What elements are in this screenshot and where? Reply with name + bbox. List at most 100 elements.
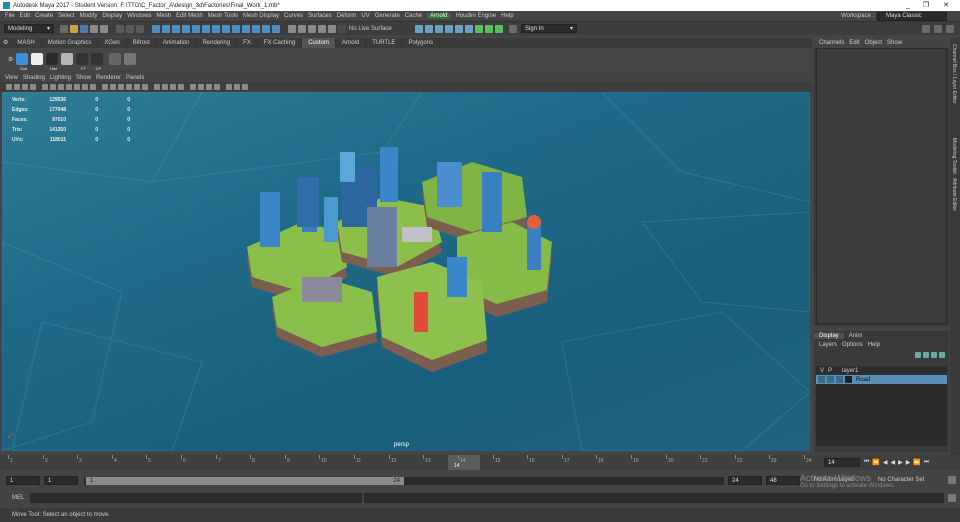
arnold-settings-icon[interactable] [495, 24, 503, 33]
range-slider-track[interactable]: 1 24 [84, 477, 724, 485]
snap-curve-icon[interactable] [298, 24, 306, 33]
sign-in-select[interactable]: Sign In ▾ [521, 24, 577, 33]
tab-rendering[interactable]: Rendering [196, 38, 238, 48]
layer-color-swatch[interactable] [845, 376, 852, 383]
grid-toggle-icon[interactable] [42, 84, 48, 90]
step-back-frame-icon[interactable]: ◀ [883, 459, 888, 466]
render-view-icon[interactable] [465, 24, 473, 33]
center-pivot-shelf-icon[interactable]: CP [91, 53, 104, 71]
minimize-button[interactable]: _ [898, 0, 918, 11]
side-tab-attribute-editor[interactable]: Attribute Editor [951, 178, 957, 211]
side-tab-modeling-toolkit[interactable]: Modeling Toolkit [951, 138, 957, 174]
modeling-toolkit-toggle-icon[interactable] [922, 24, 930, 33]
go-to-end-icon[interactable]: ⏭ [924, 459, 929, 466]
layer-row-road[interactable]: Road [816, 375, 947, 384]
step-forward-key-icon[interactable]: ⏩ [913, 459, 920, 466]
select-component-icon[interactable] [136, 24, 144, 33]
field-chart-icon[interactable] [74, 84, 80, 90]
tab-turtle[interactable]: TURTLE [366, 38, 403, 48]
playback-end-field[interactable]: 24 [728, 476, 762, 485]
ambient-occlusion-icon[interactable] [154, 84, 160, 90]
wireframe-icon[interactable] [102, 84, 108, 90]
step-back-key-icon[interactable]: ⏪ [872, 459, 879, 466]
menu-houdini-engine[interactable]: Houdini Engine [455, 13, 496, 19]
select-by-uv-icon[interactable] [182, 24, 190, 33]
new-empty-layer-icon[interactable] [931, 351, 937, 358]
xray-components-icon[interactable] [214, 84, 220, 90]
channel-object-menu[interactable]: Object [865, 40, 882, 46]
script-editor-icon[interactable] [948, 494, 956, 502]
tab-anim[interactable]: Anim [844, 333, 868, 339]
gamma-icon[interactable] [234, 84, 240, 90]
menu-cache[interactable]: Cache [405, 13, 422, 19]
layers-menu[interactable]: Layers [819, 342, 837, 348]
camera-attributes-icon[interactable] [14, 84, 20, 90]
select-by-edge-icon[interactable] [162, 24, 170, 33]
select-by-misc-icon[interactable] [252, 24, 260, 33]
menu-set-select[interactable]: Modeling ▾ [4, 24, 54, 33]
end-time-field[interactable]: 48 [766, 476, 800, 485]
wireframe-on-shaded-icon[interactable] [118, 84, 124, 90]
current-frame-field[interactable]: 14 [824, 458, 860, 467]
undo-icon[interactable] [90, 24, 98, 33]
highlight-selection-icon[interactable] [272, 24, 280, 33]
attribute-editor-toggle-icon[interactable] [934, 24, 942, 33]
tab-fx[interactable]: FX [237, 38, 258, 48]
menu-modify[interactable]: Modify [80, 13, 98, 19]
menu-help[interactable]: Help [501, 13, 513, 19]
menu-edit-mesh[interactable]: Edit Mesh [176, 13, 203, 19]
maximize-button[interactable]: ❐ [916, 0, 936, 11]
new-layer-from-selection-icon[interactable] [939, 351, 945, 358]
render-frame-icon[interactable] [435, 24, 443, 33]
menu-windows[interactable]: Windows [127, 13, 151, 19]
close-button[interactable]: ✕ [936, 0, 956, 11]
menu-mesh[interactable]: Mesh [156, 13, 171, 19]
render-settings-icon[interactable] [425, 24, 433, 33]
auto-key-icon[interactable] [948, 476, 956, 484]
select-by-dynamics-icon[interactable] [232, 24, 240, 33]
resolution-gate-icon[interactable] [58, 84, 64, 90]
smooth-shade-icon[interactable] [110, 84, 116, 90]
tab-xgen[interactable]: XGen [98, 38, 127, 48]
outliner-shelf-icon[interactable]: Oult [16, 53, 29, 71]
ipr-render-icon[interactable] [445, 24, 453, 33]
side-tab-channel-box[interactable]: Channel Box / Layer Editor [951, 44, 957, 104]
uv-editor-shelf-icon[interactable] [31, 53, 44, 65]
lock-selection-icon[interactable] [262, 24, 270, 33]
mel-label[interactable]: MEL [12, 495, 24, 501]
play-forwards-icon[interactable]: ▶ [898, 459, 903, 466]
menu-create[interactable]: Create [35, 13, 53, 19]
select-by-surface-icon[interactable] [212, 24, 220, 33]
image-plane-icon[interactable] [30, 84, 36, 90]
history-shelf-icon[interactable]: Hist [46, 53, 59, 71]
move-layer-down-icon[interactable] [923, 351, 929, 358]
select-by-joint-icon[interactable] [192, 24, 200, 33]
menu-surfaces[interactable]: Surfaces [308, 13, 332, 19]
viewport-persp[interactable]: Verts: 129536 0 0 Edges: 177048 0 0 Faces: 9701… [2, 92, 810, 451]
select-by-deform-icon[interactable] [222, 24, 230, 33]
tab-arnold[interactable]: Arnold [336, 38, 367, 48]
tab-display[interactable]: Display [814, 332, 844, 339]
panel-menu-panels[interactable]: Panels [126, 75, 144, 81]
play-backwards-icon[interactable]: ◀ [891, 459, 896, 466]
tab-mash[interactable]: MASH [11, 38, 42, 48]
select-camera-icon[interactable] [6, 84, 12, 90]
freeze-transform-shelf-icon[interactable]: FT [76, 53, 89, 71]
menu-file[interactable]: File [5, 13, 15, 19]
display-type-toggle[interactable] [836, 376, 843, 383]
panel-menu-show[interactable]: Show [76, 75, 91, 81]
panel-menu-renderer[interactable]: Renderer [96, 75, 121, 81]
select-by-face-icon[interactable] [172, 24, 180, 33]
tab-fx-caching[interactable]: FX Caching [258, 38, 303, 48]
color-management-icon[interactable] [242, 84, 248, 90]
snap-point-icon[interactable] [308, 24, 316, 33]
motion-blur-icon[interactable] [162, 84, 168, 90]
tab-animation[interactable]: Animation [157, 38, 197, 48]
playback-start-field[interactable]: 1 [44, 476, 78, 485]
layer-options-menu[interactable]: Options [842, 342, 863, 348]
menu-mesh-tools[interactable]: Mesh Tools [208, 13, 238, 19]
open-scene-icon[interactable] [70, 24, 78, 33]
construction-history-icon[interactable] [415, 24, 423, 33]
gear-icon[interactable]: ⚙ [0, 38, 11, 48]
range-slider-handle[interactable]: 1 24 [86, 477, 404, 485]
